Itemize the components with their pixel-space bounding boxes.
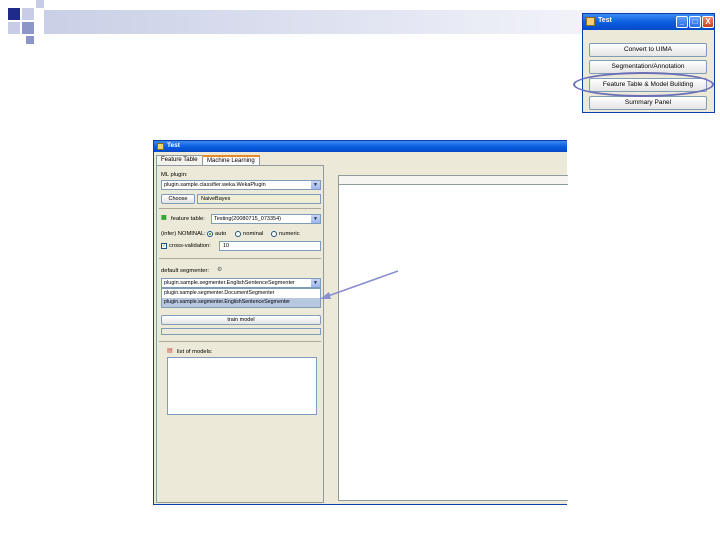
callout-arrow bbox=[320, 270, 399, 299]
